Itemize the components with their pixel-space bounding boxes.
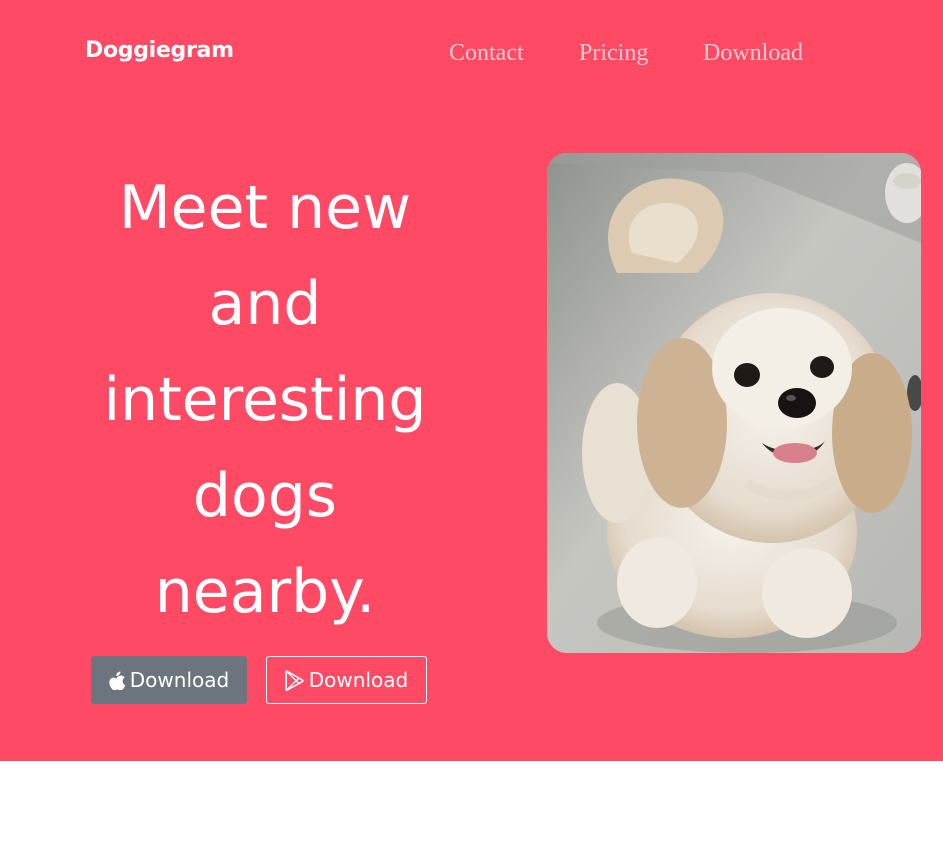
brand-logo[interactable]: Doggiegram bbox=[85, 38, 234, 63]
apple-icon bbox=[109, 670, 126, 690]
dog-photo bbox=[547, 153, 921, 653]
google-play-icon bbox=[285, 669, 305, 691]
hero-headline: Meet new and interesting dogs nearby. bbox=[103, 173, 427, 627]
google-play-download-button[interactable]: Download bbox=[266, 656, 427, 704]
google-play-download-label: Download bbox=[308, 668, 409, 692]
nav-link-pricing[interactable]: Pricing bbox=[579, 40, 648, 67]
app-store-download-label: Download bbox=[129, 668, 230, 692]
hero-section: Doggiegram Contact Pricing Download Meet… bbox=[0, 0, 943, 761]
nav-link-download[interactable]: Download bbox=[703, 40, 803, 67]
nav-link-contact[interactable]: Contact bbox=[449, 40, 524, 67]
app-store-download-button[interactable]: Download bbox=[91, 656, 247, 704]
